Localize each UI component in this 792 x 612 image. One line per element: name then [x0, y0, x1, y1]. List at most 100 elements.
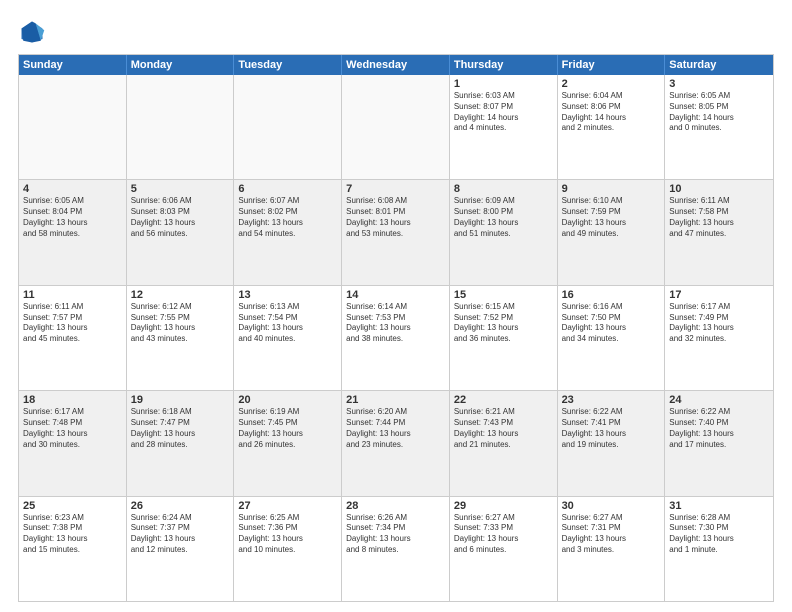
calendar-body: 1Sunrise: 6:03 AM Sunset: 8:07 PM Daylig…	[19, 75, 773, 601]
header-day-sunday: Sunday	[19, 55, 127, 75]
day-cell-16: 16Sunrise: 6:16 AM Sunset: 7:50 PM Dayli…	[558, 286, 666, 390]
day-number: 24	[669, 394, 769, 406]
day-cell-11: 11Sunrise: 6:11 AM Sunset: 7:57 PM Dayli…	[19, 286, 127, 390]
day-number: 4	[23, 183, 122, 195]
day-number: 5	[131, 183, 230, 195]
day-cell-13: 13Sunrise: 6:13 AM Sunset: 7:54 PM Dayli…	[234, 286, 342, 390]
page: SundayMondayTuesdayWednesdayThursdayFrid…	[0, 0, 792, 612]
day-cell-23: 23Sunrise: 6:22 AM Sunset: 7:41 PM Dayli…	[558, 391, 666, 495]
header-day-friday: Friday	[558, 55, 666, 75]
cell-info: Sunrise: 6:03 AM Sunset: 8:07 PM Dayligh…	[454, 91, 553, 134]
empty-cell	[234, 75, 342, 179]
day-number: 15	[454, 289, 553, 301]
day-cell-7: 7Sunrise: 6:08 AM Sunset: 8:01 PM Daylig…	[342, 180, 450, 284]
cell-info: Sunrise: 6:09 AM Sunset: 8:00 PM Dayligh…	[454, 196, 553, 239]
day-cell-30: 30Sunrise: 6:27 AM Sunset: 7:31 PM Dayli…	[558, 497, 666, 601]
day-cell-5: 5Sunrise: 6:06 AM Sunset: 8:03 PM Daylig…	[127, 180, 235, 284]
cell-info: Sunrise: 6:23 AM Sunset: 7:38 PM Dayligh…	[23, 513, 122, 556]
week-row-3: 18Sunrise: 6:17 AM Sunset: 7:48 PM Dayli…	[19, 390, 773, 495]
cell-info: Sunrise: 6:15 AM Sunset: 7:52 PM Dayligh…	[454, 302, 553, 345]
cell-info: Sunrise: 6:11 AM Sunset: 7:58 PM Dayligh…	[669, 196, 769, 239]
day-number: 16	[562, 289, 661, 301]
header-day-monday: Monday	[127, 55, 235, 75]
day-number: 17	[669, 289, 769, 301]
day-cell-21: 21Sunrise: 6:20 AM Sunset: 7:44 PM Dayli…	[342, 391, 450, 495]
day-cell-10: 10Sunrise: 6:11 AM Sunset: 7:58 PM Dayli…	[665, 180, 773, 284]
cell-info: Sunrise: 6:16 AM Sunset: 7:50 PM Dayligh…	[562, 302, 661, 345]
day-number: 18	[23, 394, 122, 406]
cell-info: Sunrise: 6:06 AM Sunset: 8:03 PM Dayligh…	[131, 196, 230, 239]
day-number: 19	[131, 394, 230, 406]
day-cell-4: 4Sunrise: 6:05 AM Sunset: 8:04 PM Daylig…	[19, 180, 127, 284]
day-cell-31: 31Sunrise: 6:28 AM Sunset: 7:30 PM Dayli…	[665, 497, 773, 601]
empty-cell	[342, 75, 450, 179]
day-number: 10	[669, 183, 769, 195]
week-row-4: 25Sunrise: 6:23 AM Sunset: 7:38 PM Dayli…	[19, 496, 773, 601]
day-number: 31	[669, 500, 769, 512]
cell-info: Sunrise: 6:26 AM Sunset: 7:34 PM Dayligh…	[346, 513, 445, 556]
day-cell-15: 15Sunrise: 6:15 AM Sunset: 7:52 PM Dayli…	[450, 286, 558, 390]
header-day-thursday: Thursday	[450, 55, 558, 75]
day-number: 13	[238, 289, 337, 301]
cell-info: Sunrise: 6:13 AM Sunset: 7:54 PM Dayligh…	[238, 302, 337, 345]
day-number: 25	[23, 500, 122, 512]
day-number: 29	[454, 500, 553, 512]
day-number: 1	[454, 78, 553, 90]
day-number: 6	[238, 183, 337, 195]
cell-info: Sunrise: 6:07 AM Sunset: 8:02 PM Dayligh…	[238, 196, 337, 239]
day-number: 11	[23, 289, 122, 301]
day-cell-14: 14Sunrise: 6:14 AM Sunset: 7:53 PM Dayli…	[342, 286, 450, 390]
day-number: 27	[238, 500, 337, 512]
day-number: 9	[562, 183, 661, 195]
day-cell-19: 19Sunrise: 6:18 AM Sunset: 7:47 PM Dayli…	[127, 391, 235, 495]
cell-info: Sunrise: 6:08 AM Sunset: 8:01 PM Dayligh…	[346, 196, 445, 239]
day-number: 23	[562, 394, 661, 406]
day-cell-9: 9Sunrise: 6:10 AM Sunset: 7:59 PM Daylig…	[558, 180, 666, 284]
cell-info: Sunrise: 6:11 AM Sunset: 7:57 PM Dayligh…	[23, 302, 122, 345]
header-day-wednesday: Wednesday	[342, 55, 450, 75]
day-number: 26	[131, 500, 230, 512]
day-cell-12: 12Sunrise: 6:12 AM Sunset: 7:55 PM Dayli…	[127, 286, 235, 390]
day-number: 2	[562, 78, 661, 90]
day-cell-3: 3Sunrise: 6:05 AM Sunset: 8:05 PM Daylig…	[665, 75, 773, 179]
header-day-saturday: Saturday	[665, 55, 773, 75]
day-cell-22: 22Sunrise: 6:21 AM Sunset: 7:43 PM Dayli…	[450, 391, 558, 495]
cell-info: Sunrise: 6:22 AM Sunset: 7:41 PM Dayligh…	[562, 407, 661, 450]
week-row-0: 1Sunrise: 6:03 AM Sunset: 8:07 PM Daylig…	[19, 75, 773, 179]
day-number: 20	[238, 394, 337, 406]
cell-info: Sunrise: 6:19 AM Sunset: 7:45 PM Dayligh…	[238, 407, 337, 450]
cell-info: Sunrise: 6:27 AM Sunset: 7:33 PM Dayligh…	[454, 513, 553, 556]
cell-info: Sunrise: 6:20 AM Sunset: 7:44 PM Dayligh…	[346, 407, 445, 450]
cell-info: Sunrise: 6:18 AM Sunset: 7:47 PM Dayligh…	[131, 407, 230, 450]
day-cell-18: 18Sunrise: 6:17 AM Sunset: 7:48 PM Dayli…	[19, 391, 127, 495]
week-row-2: 11Sunrise: 6:11 AM Sunset: 7:57 PM Dayli…	[19, 285, 773, 390]
cell-info: Sunrise: 6:27 AM Sunset: 7:31 PM Dayligh…	[562, 513, 661, 556]
day-cell-26: 26Sunrise: 6:24 AM Sunset: 7:37 PM Dayli…	[127, 497, 235, 601]
empty-cell	[19, 75, 127, 179]
day-number: 14	[346, 289, 445, 301]
day-cell-17: 17Sunrise: 6:17 AM Sunset: 7:49 PM Dayli…	[665, 286, 773, 390]
cell-info: Sunrise: 6:22 AM Sunset: 7:40 PM Dayligh…	[669, 407, 769, 450]
day-number: 8	[454, 183, 553, 195]
logo	[18, 18, 50, 46]
day-cell-1: 1Sunrise: 6:03 AM Sunset: 8:07 PM Daylig…	[450, 75, 558, 179]
day-cell-29: 29Sunrise: 6:27 AM Sunset: 7:33 PM Dayli…	[450, 497, 558, 601]
day-number: 30	[562, 500, 661, 512]
cell-info: Sunrise: 6:12 AM Sunset: 7:55 PM Dayligh…	[131, 302, 230, 345]
calendar: SundayMondayTuesdayWednesdayThursdayFrid…	[18, 54, 774, 602]
cell-info: Sunrise: 6:05 AM Sunset: 8:05 PM Dayligh…	[669, 91, 769, 134]
cell-info: Sunrise: 6:17 AM Sunset: 7:49 PM Dayligh…	[669, 302, 769, 345]
logo-icon	[18, 18, 46, 46]
header	[18, 18, 774, 46]
day-number: 28	[346, 500, 445, 512]
calendar-header: SundayMondayTuesdayWednesdayThursdayFrid…	[19, 55, 773, 75]
day-cell-28: 28Sunrise: 6:26 AM Sunset: 7:34 PM Dayli…	[342, 497, 450, 601]
day-cell-8: 8Sunrise: 6:09 AM Sunset: 8:00 PM Daylig…	[450, 180, 558, 284]
day-cell-2: 2Sunrise: 6:04 AM Sunset: 8:06 PM Daylig…	[558, 75, 666, 179]
empty-cell	[127, 75, 235, 179]
cell-info: Sunrise: 6:21 AM Sunset: 7:43 PM Dayligh…	[454, 407, 553, 450]
day-cell-24: 24Sunrise: 6:22 AM Sunset: 7:40 PM Dayli…	[665, 391, 773, 495]
day-number: 12	[131, 289, 230, 301]
cell-info: Sunrise: 6:04 AM Sunset: 8:06 PM Dayligh…	[562, 91, 661, 134]
cell-info: Sunrise: 6:24 AM Sunset: 7:37 PM Dayligh…	[131, 513, 230, 556]
